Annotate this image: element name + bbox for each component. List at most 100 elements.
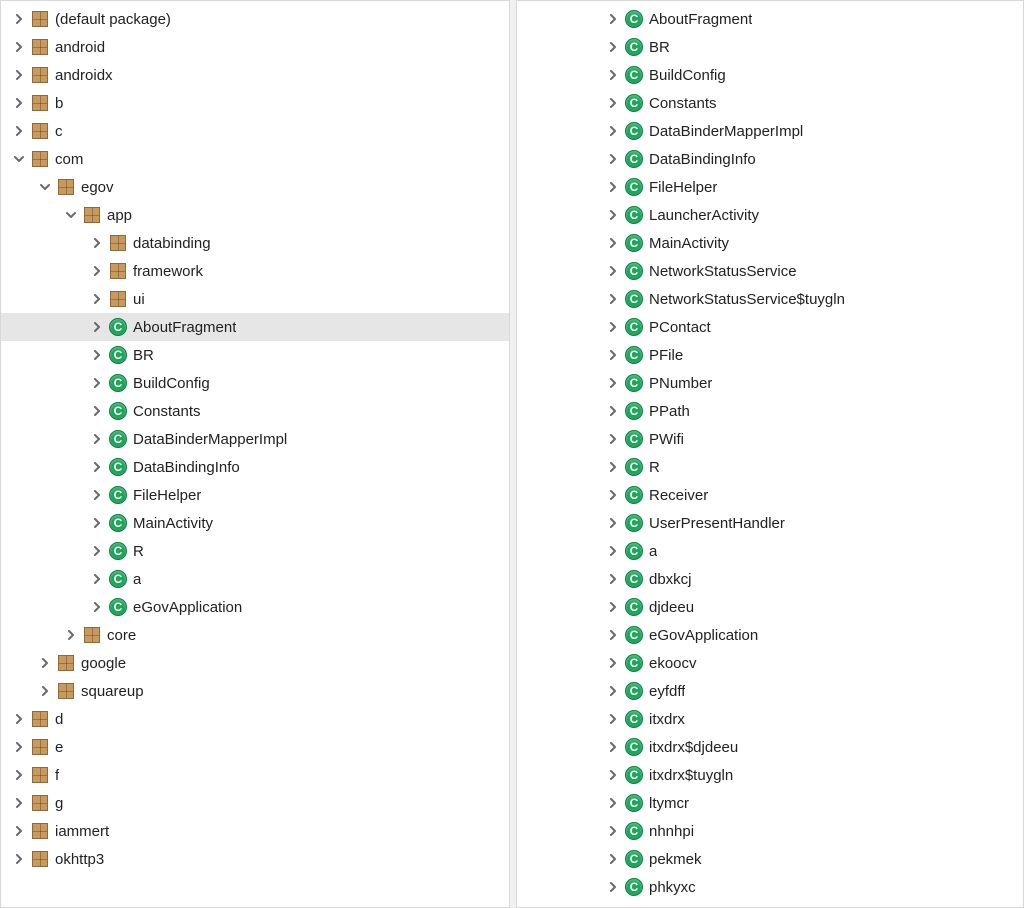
tree-row[interactable]: CReceiver [517,481,1023,509]
tree-row[interactable]: Citxdrx$tuygln [517,761,1023,789]
tree-row[interactable]: CConstants [517,89,1023,117]
tree-row[interactable]: squareup [1,677,509,705]
tree-row[interactable]: Cnhnhpi [517,817,1023,845]
tree-row[interactable]: CFileHelper [1,481,509,509]
chevron-right-icon[interactable] [89,599,105,615]
chevron-right-icon[interactable] [605,347,621,363]
tree-row[interactable]: app [1,201,509,229]
tree-row[interactable]: Cltymcr [517,789,1023,817]
chevron-right-icon[interactable] [605,207,621,223]
tree-row[interactable]: databinding [1,229,509,257]
tree-row[interactable]: Cphkyxc [517,873,1023,901]
tree-row[interactable]: c [1,117,509,145]
chevron-right-icon[interactable] [605,375,621,391]
tree-row[interactable]: ui [1,285,509,313]
chevron-right-icon[interactable] [11,95,27,111]
tree-row[interactable]: CBuildConfig [517,61,1023,89]
chevron-right-icon[interactable] [89,431,105,447]
chevron-right-icon[interactable] [11,851,27,867]
tree-row[interactable]: CAboutFragment [517,5,1023,33]
tree-row[interactable]: google [1,649,509,677]
tree-row[interactable]: core [1,621,509,649]
tree-row[interactable]: CBR [1,341,509,369]
tree-row[interactable]: CPNumber [517,369,1023,397]
tree-row[interactable]: egov [1,173,509,201]
tree-row[interactable]: CeGovApplication [517,621,1023,649]
chevron-down-icon[interactable] [63,207,79,223]
chevron-right-icon[interactable] [605,11,621,27]
chevron-right-icon[interactable] [605,291,621,307]
tree-row[interactable]: okhttp3 [1,845,509,873]
tree-row[interactable]: Citxdrx [517,705,1023,733]
tree-row[interactable]: CNetworkStatusService [517,257,1023,285]
tree-row[interactable]: CFileHelper [517,173,1023,201]
tree-row[interactable]: com [1,145,509,173]
tree-row[interactable]: CDataBindingInfo [1,453,509,481]
chevron-right-icon[interactable] [605,767,621,783]
tree-row[interactable]: CUserPresentHandler [517,509,1023,537]
tree-row[interactable]: android [1,33,509,61]
chevron-right-icon[interactable] [89,571,105,587]
chevron-right-icon[interactable] [89,263,105,279]
chevron-right-icon[interactable] [11,823,27,839]
chevron-right-icon[interactable] [89,319,105,335]
tree-row[interactable]: Citxdrx$djdeeu [517,733,1023,761]
chevron-down-icon[interactable] [37,179,53,195]
chevron-right-icon[interactable] [89,543,105,559]
tree-row[interactable]: CConstants [1,397,509,425]
tree-row[interactable]: framework [1,257,509,285]
tree-row[interactable]: Ca [517,537,1023,565]
chevron-right-icon[interactable] [605,515,621,531]
chevron-right-icon[interactable] [605,851,621,867]
chevron-right-icon[interactable] [11,767,27,783]
chevron-right-icon[interactable] [605,179,621,195]
chevron-right-icon[interactable] [89,375,105,391]
tree-row[interactable]: CLauncherActivity [517,201,1023,229]
chevron-right-icon[interactable] [89,487,105,503]
tree-row[interactable]: CMainActivity [1,509,509,537]
chevron-right-icon[interactable] [11,795,27,811]
chevron-right-icon[interactable] [605,599,621,615]
tree-row[interactable]: b [1,89,509,117]
chevron-down-icon[interactable] [11,151,27,167]
tree-row[interactable]: CPFile [517,341,1023,369]
chevron-right-icon[interactable] [605,123,621,139]
tree-row[interactable]: CBR [517,33,1023,61]
tree-row[interactable]: Ca [1,565,509,593]
chevron-right-icon[interactable] [11,739,27,755]
tree-row[interactable]: g [1,789,509,817]
chevron-right-icon[interactable] [605,403,621,419]
chevron-right-icon[interactable] [89,291,105,307]
chevron-right-icon[interactable] [89,403,105,419]
chevron-right-icon[interactable] [11,711,27,727]
chevron-right-icon[interactable] [89,347,105,363]
chevron-right-icon[interactable] [11,11,27,27]
tree-row[interactable]: CeGovApplication [1,593,509,621]
tree-row[interactable]: (default package) [1,5,509,33]
tree-row[interactable]: e [1,733,509,761]
chevron-right-icon[interactable] [89,515,105,531]
chevron-right-icon[interactable] [605,95,621,111]
chevron-right-icon[interactable] [89,459,105,475]
chevron-right-icon[interactable] [605,655,621,671]
chevron-right-icon[interactable] [605,627,621,643]
chevron-right-icon[interactable] [605,795,621,811]
chevron-right-icon[interactable] [63,627,79,643]
tree-row[interactable]: CMainActivity [517,229,1023,257]
chevron-right-icon[interactable] [89,235,105,251]
chevron-right-icon[interactable] [605,739,621,755]
chevron-right-icon[interactable] [11,67,27,83]
right-tree-panel[interactable]: CAboutFragmentCBRCBuildConfigCConstantsC… [516,0,1024,908]
tree-row[interactable]: CBuildConfig [1,369,509,397]
tree-row[interactable]: d [1,705,509,733]
chevron-right-icon[interactable] [605,431,621,447]
left-tree-panel[interactable]: (default package)androidandroidxbccomego… [0,0,510,908]
tree-row[interactable]: CDataBindingInfo [517,145,1023,173]
chevron-right-icon[interactable] [605,571,621,587]
tree-row[interactable]: CDataBinderMapperImpl [517,117,1023,145]
chevron-right-icon[interactable] [605,319,621,335]
tree-row[interactable]: Cdbxkcj [517,565,1023,593]
tree-row[interactable]: Cdjdeeu [517,593,1023,621]
chevron-right-icon[interactable] [605,235,621,251]
chevron-right-icon[interactable] [605,543,621,559]
